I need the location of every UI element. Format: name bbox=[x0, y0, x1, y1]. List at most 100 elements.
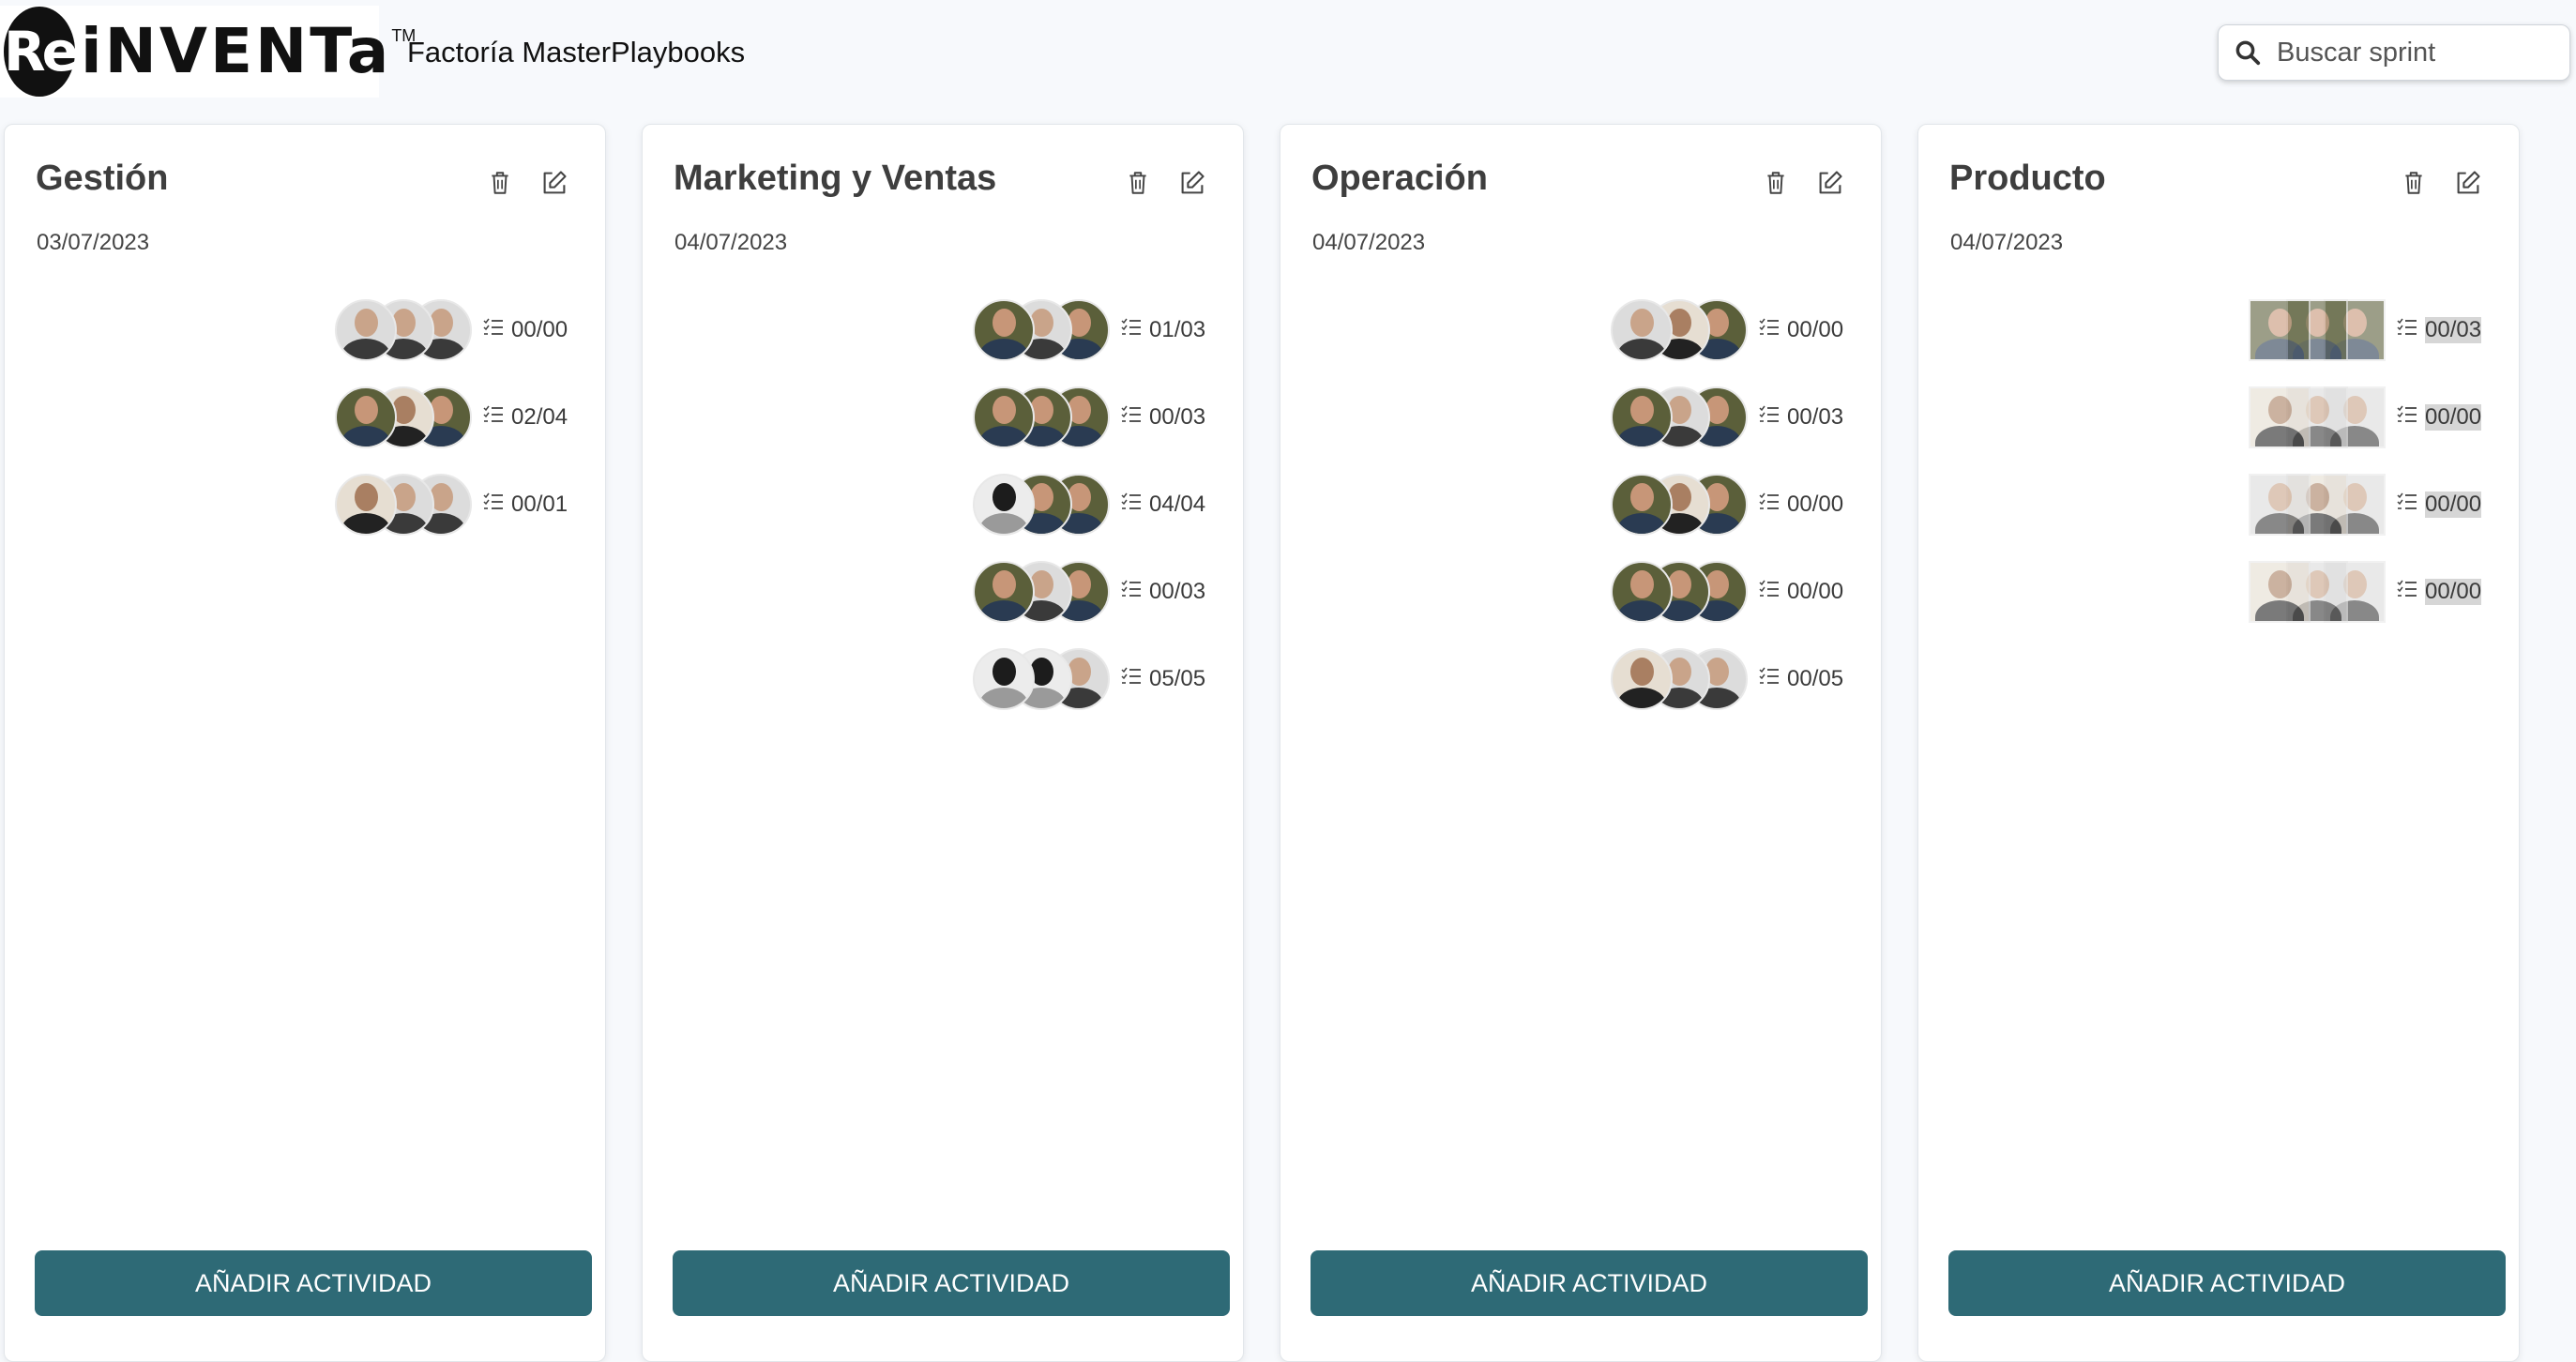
search-input[interactable] bbox=[2275, 36, 2541, 69]
sprint-board: Gestión 03/07/2023 00/00 02/04 00/01 AÑADIR A… bbox=[0, 124, 2576, 1362]
brand-logo[interactable]: Re iNVENTa TM bbox=[0, 6, 416, 98]
assignee-avatars bbox=[1611, 647, 1750, 710]
activity-row[interactable]: 02/04 bbox=[335, 373, 575, 461]
activity-row[interactable]: 00/00 bbox=[2249, 461, 2489, 548]
assignee-avatars bbox=[973, 473, 1112, 536]
task-count: 00/03 bbox=[1121, 579, 1213, 605]
logo-mark: Re bbox=[4, 7, 79, 97]
checklist-icon bbox=[2397, 317, 2425, 343]
delete-column-button[interactable] bbox=[1757, 166, 1795, 204]
checklist-icon bbox=[2397, 579, 2425, 605]
activity-row[interactable]: 04/04 bbox=[973, 461, 1213, 548]
task-count-value: 00/00 bbox=[2425, 491, 2482, 518]
delete-column-button[interactable] bbox=[1119, 166, 1157, 204]
column-title: Marketing y Ventas bbox=[674, 159, 997, 198]
activity-row[interactable]: 00/05 bbox=[1611, 635, 1851, 722]
avatar bbox=[2249, 473, 2311, 536]
activity-row[interactable]: 00/00 bbox=[1611, 461, 1851, 548]
avatar bbox=[1611, 647, 1673, 710]
task-count-value: 00/03 bbox=[1149, 578, 1206, 604]
activity-row[interactable]: 00/01 bbox=[335, 461, 575, 548]
avatar bbox=[973, 298, 1035, 361]
activity-row[interactable]: 01/03 bbox=[973, 286, 1213, 373]
activity-list: 00/00 00/03 00/00 00/00 00/05 bbox=[1611, 286, 1851, 722]
column-date: 04/07/2023 bbox=[1950, 230, 2064, 255]
trash-icon bbox=[2402, 170, 2426, 201]
edit-icon bbox=[1178, 169, 1206, 202]
assignee-avatars bbox=[1611, 560, 1750, 623]
avatar bbox=[335, 473, 397, 536]
edit-column-button[interactable] bbox=[1811, 166, 1849, 204]
assignee-avatars bbox=[973, 647, 1112, 710]
activity-list: 00/00 02/04 00/01 bbox=[335, 286, 575, 548]
activity-row[interactable]: 00/00 bbox=[2249, 548, 2489, 635]
activity-list: 01/03 00/03 04/04 00/03 05/05 bbox=[973, 286, 1213, 722]
checklist-icon bbox=[1121, 579, 1149, 605]
activity-row[interactable]: 00/00 bbox=[1611, 548, 1851, 635]
task-count: 00/05 bbox=[1759, 666, 1851, 692]
avatar bbox=[2249, 298, 2311, 361]
task-count-value: 00/00 bbox=[511, 316, 568, 342]
search-box[interactable] bbox=[2218, 24, 2570, 81]
avatar bbox=[2249, 560, 2311, 623]
search-icon bbox=[2235, 40, 2261, 66]
avatar bbox=[335, 386, 397, 448]
activity-row[interactable]: 00/03 bbox=[973, 373, 1213, 461]
trash-icon bbox=[1764, 170, 1788, 201]
checklist-icon bbox=[1759, 579, 1787, 605]
sprint-column: Operación 04/07/2023 00/00 00/03 00/00 00/00 0… bbox=[1280, 124, 1882, 1362]
avatar bbox=[2249, 386, 2311, 448]
edit-column-button[interactable] bbox=[1174, 166, 1211, 204]
task-count: 05/05 bbox=[1121, 666, 1213, 692]
task-count: 00/00 bbox=[2397, 491, 2489, 518]
edit-column-button[interactable] bbox=[536, 166, 573, 204]
checklist-icon bbox=[1121, 317, 1149, 343]
add-activity-button[interactable]: AÑADIR ACTIVIDAD bbox=[35, 1250, 592, 1316]
checklist-icon bbox=[1759, 317, 1787, 343]
task-count: 00/00 bbox=[1759, 317, 1851, 343]
edit-icon bbox=[540, 169, 568, 202]
edit-column-button[interactable] bbox=[2449, 166, 2487, 204]
column-title: Gestión bbox=[36, 159, 169, 198]
delete-column-button[interactable] bbox=[2395, 166, 2432, 204]
activity-row[interactable]: 00/00 bbox=[2249, 373, 2489, 461]
add-activity-button[interactable]: AÑADIR ACTIVIDAD bbox=[673, 1250, 1230, 1316]
activity-row[interactable]: 05/05 bbox=[973, 635, 1213, 722]
assignee-avatars bbox=[2249, 298, 2387, 361]
activity-row[interactable]: 00/03 bbox=[973, 548, 1213, 635]
edit-icon bbox=[1816, 169, 1844, 202]
avatar bbox=[973, 560, 1035, 623]
assignee-avatars bbox=[973, 298, 1112, 361]
task-count: 00/00 bbox=[2397, 403, 2489, 431]
task-count-value: 00/03 bbox=[2425, 316, 2482, 343]
task-count-value: 00/05 bbox=[1787, 665, 1844, 691]
add-activity-button[interactable]: AÑADIR ACTIVIDAD bbox=[1311, 1250, 1868, 1316]
edit-icon bbox=[2454, 169, 2482, 202]
add-activity-button[interactable]: AÑADIR ACTIVIDAD bbox=[1948, 1250, 2506, 1316]
checklist-icon bbox=[1121, 492, 1149, 518]
task-count-value: 00/01 bbox=[511, 491, 568, 517]
task-count-value: 00/00 bbox=[1787, 316, 1844, 342]
checklist-icon bbox=[1759, 666, 1787, 692]
activity-row[interactable]: 00/00 bbox=[335, 286, 575, 373]
activity-row[interactable]: 00/00 bbox=[1611, 286, 1851, 373]
assignee-avatars bbox=[335, 473, 474, 536]
app-title: Factoría MasterPlaybooks bbox=[407, 36, 746, 68]
assignee-avatars bbox=[973, 386, 1112, 448]
column-date: 04/07/2023 bbox=[1312, 230, 1426, 255]
activity-row[interactable]: 00/03 bbox=[1611, 373, 1851, 461]
task-count: 00/03 bbox=[2397, 316, 2489, 343]
activity-list: 00/03 00/00 00/00 00/00 bbox=[2249, 286, 2489, 635]
trash-icon bbox=[1126, 170, 1150, 201]
avatar bbox=[973, 473, 1035, 536]
column-date: 03/07/2023 bbox=[37, 230, 150, 255]
task-count: 00/00 bbox=[483, 317, 575, 343]
checklist-icon bbox=[1759, 492, 1787, 518]
avatar bbox=[973, 647, 1035, 710]
task-count: 00/03 bbox=[1759, 404, 1851, 431]
column-title: Operación bbox=[1311, 159, 1488, 198]
delete-column-button[interactable] bbox=[481, 166, 519, 204]
task-count: 00/00 bbox=[1759, 492, 1851, 518]
activity-row[interactable]: 00/03 bbox=[2249, 286, 2489, 373]
checklist-icon bbox=[1121, 666, 1149, 692]
